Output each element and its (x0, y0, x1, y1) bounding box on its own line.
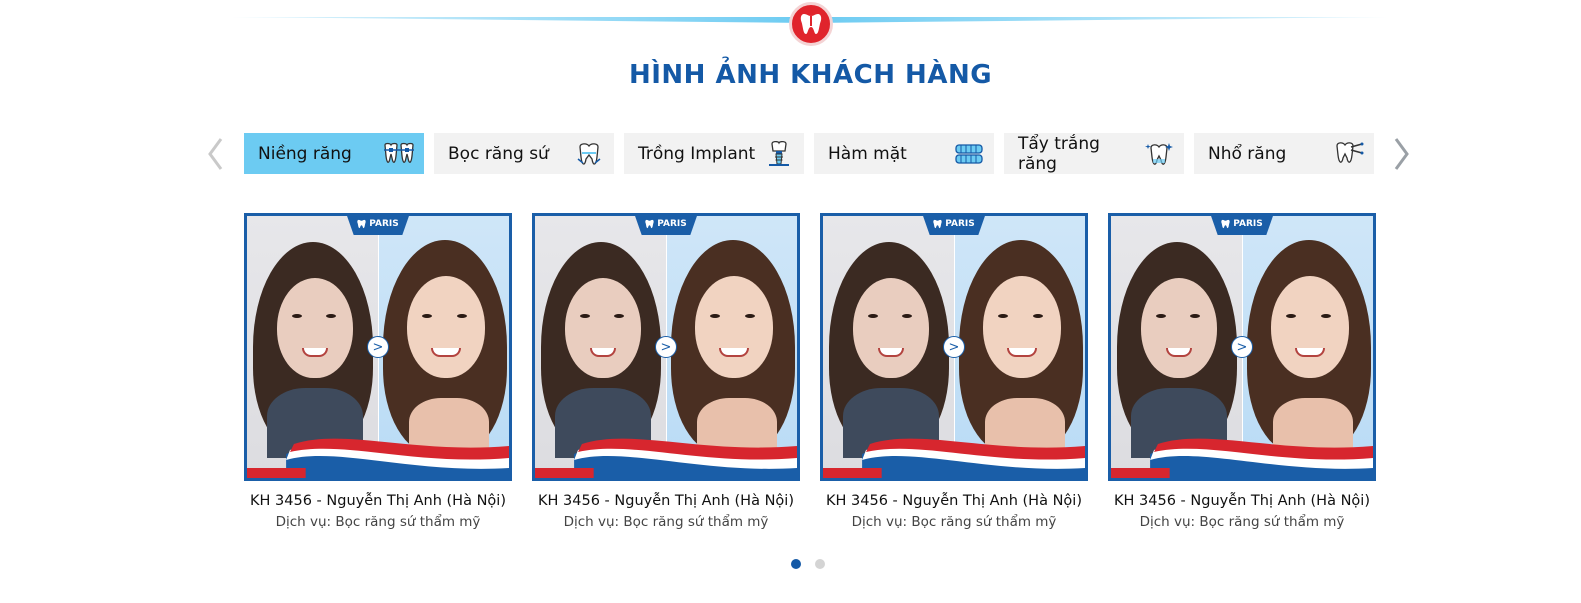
flag-ribbon (823, 438, 1085, 478)
service-tabs: Niềng răng Bọc răng sứ Trồng Implant Hàm… (244, 133, 1374, 174)
compare-button[interactable]: > (655, 336, 677, 358)
customer-card[interactable]: PARIS > KH 3456 - Nguyễn Thị Anh (Hà Nội… (532, 213, 800, 530)
customer-name: KH 3456 - Nguyễn Thị Anh (Hà Nội) (1114, 493, 1370, 509)
compare-button[interactable]: > (1231, 336, 1253, 358)
tab-label: Trồng Implant (638, 143, 756, 164)
tab-label: Nhổ răng (1208, 143, 1287, 164)
tab-nieng-rang[interactable]: Niềng răng (244, 133, 424, 174)
before-after-photo[interactable]: PARIS > (244, 213, 512, 481)
tab-nho-rang[interactable]: Nhổ răng (1194, 133, 1374, 174)
service-description: Dịch vụ: Bọc răng sứ thẩm mỹ (1139, 514, 1345, 530)
service-description: Dịch vụ: Bọc răng sứ thẩm mỹ (851, 514, 1057, 530)
compare-button[interactable]: > (943, 336, 965, 358)
brand-name: PARIS (657, 219, 687, 229)
tab-label: Tẩy trắng răng (1018, 133, 1100, 174)
brand-name: PARIS (1233, 219, 1263, 229)
compare-symbol: > (1236, 339, 1248, 355)
braces-icon (382, 140, 416, 168)
tooth-icon (933, 219, 942, 229)
brand-logo: PARIS (346, 216, 410, 235)
service-description: Dịch vụ: Bọc răng sứ thẩm mỹ (563, 514, 769, 530)
extraction-icon (1332, 140, 1366, 168)
pagination-dot-1[interactable] (791, 559, 801, 569)
tooth-icon (645, 219, 654, 229)
flag-ribbon (1111, 438, 1373, 478)
customer-card[interactable]: PARIS > KH 3456 - Nguyễn Thị Anh (Hà Nội… (1108, 213, 1376, 530)
tab-tay-trang-rang[interactable]: Tẩy trắng răng (1004, 133, 1184, 174)
sparkle-tooth-icon (1142, 140, 1176, 168)
flag-ribbon (247, 438, 509, 478)
pagination-dot-2[interactable] (815, 559, 825, 569)
brand-logo: PARIS (634, 216, 698, 235)
tab-label: Niềng răng (258, 143, 352, 164)
customer-name: KH 3456 - Nguyễn Thị Anh (Hà Nội) (538, 493, 794, 509)
customer-card[interactable]: PARIS > KH 3456 - Nguyễn Thị Anh (Hà Nội… (820, 213, 1088, 530)
tooth-badge (789, 2, 833, 46)
before-after-photo[interactable]: PARIS > (1108, 213, 1376, 481)
before-after-photo[interactable]: PARIS > (820, 213, 1088, 481)
customer-name: KH 3456 - Nguyễn Thị Anh (Hà Nội) (250, 493, 506, 509)
chevron-right-icon (1394, 138, 1409, 170)
tooth-icon (357, 219, 366, 229)
flag-ribbon (535, 438, 797, 478)
tab-label: Bọc răng sứ (448, 143, 549, 164)
carousel-next-button[interactable] (1392, 134, 1412, 174)
brand-name: PARIS (945, 219, 975, 229)
compare-symbol: > (948, 339, 960, 355)
section-title: HÌNH ẢNH KHÁCH HÀNG (628, 60, 993, 90)
brand-logo: PARIS (922, 216, 986, 235)
compare-symbol: > (660, 339, 672, 355)
tab-trong-implant[interactable]: Trồng Implant (624, 133, 804, 174)
tooth-icon (800, 14, 822, 34)
tab-ham-mat[interactable]: Hàm mặt (814, 133, 994, 174)
tab-label: Hàm mặt (828, 143, 907, 164)
brand-logo: PARIS (1210, 216, 1274, 235)
customer-card[interactable]: PARIS > KH 3456 - Nguyễn Thị Anh (Hà Nội… (244, 213, 512, 530)
service-description: Dịch vụ: Bọc răng sứ thẩm mỹ (275, 514, 481, 530)
compare-symbol: > (372, 339, 384, 355)
tab-boc-rang-su[interactable]: Bọc răng sứ (434, 133, 614, 174)
before-after-photo[interactable]: PARIS > (532, 213, 800, 481)
customer-gallery: PARIS > KH 3456 - Nguyễn Thị Anh (Hà Nội… (244, 213, 1376, 530)
carousel-prev-button[interactable] (205, 134, 225, 174)
crown-tooth-icon (572, 140, 606, 168)
compare-button[interactable]: > (367, 336, 389, 358)
brand-name: PARIS (369, 219, 399, 229)
tooth-icon (1221, 219, 1230, 229)
jaw-icon (952, 140, 986, 168)
implant-icon (762, 140, 796, 168)
carousel-pagination (791, 559, 825, 569)
chevron-left-icon (208, 138, 223, 170)
customer-name: KH 3456 - Nguyễn Thị Anh (Hà Nội) (826, 493, 1082, 509)
